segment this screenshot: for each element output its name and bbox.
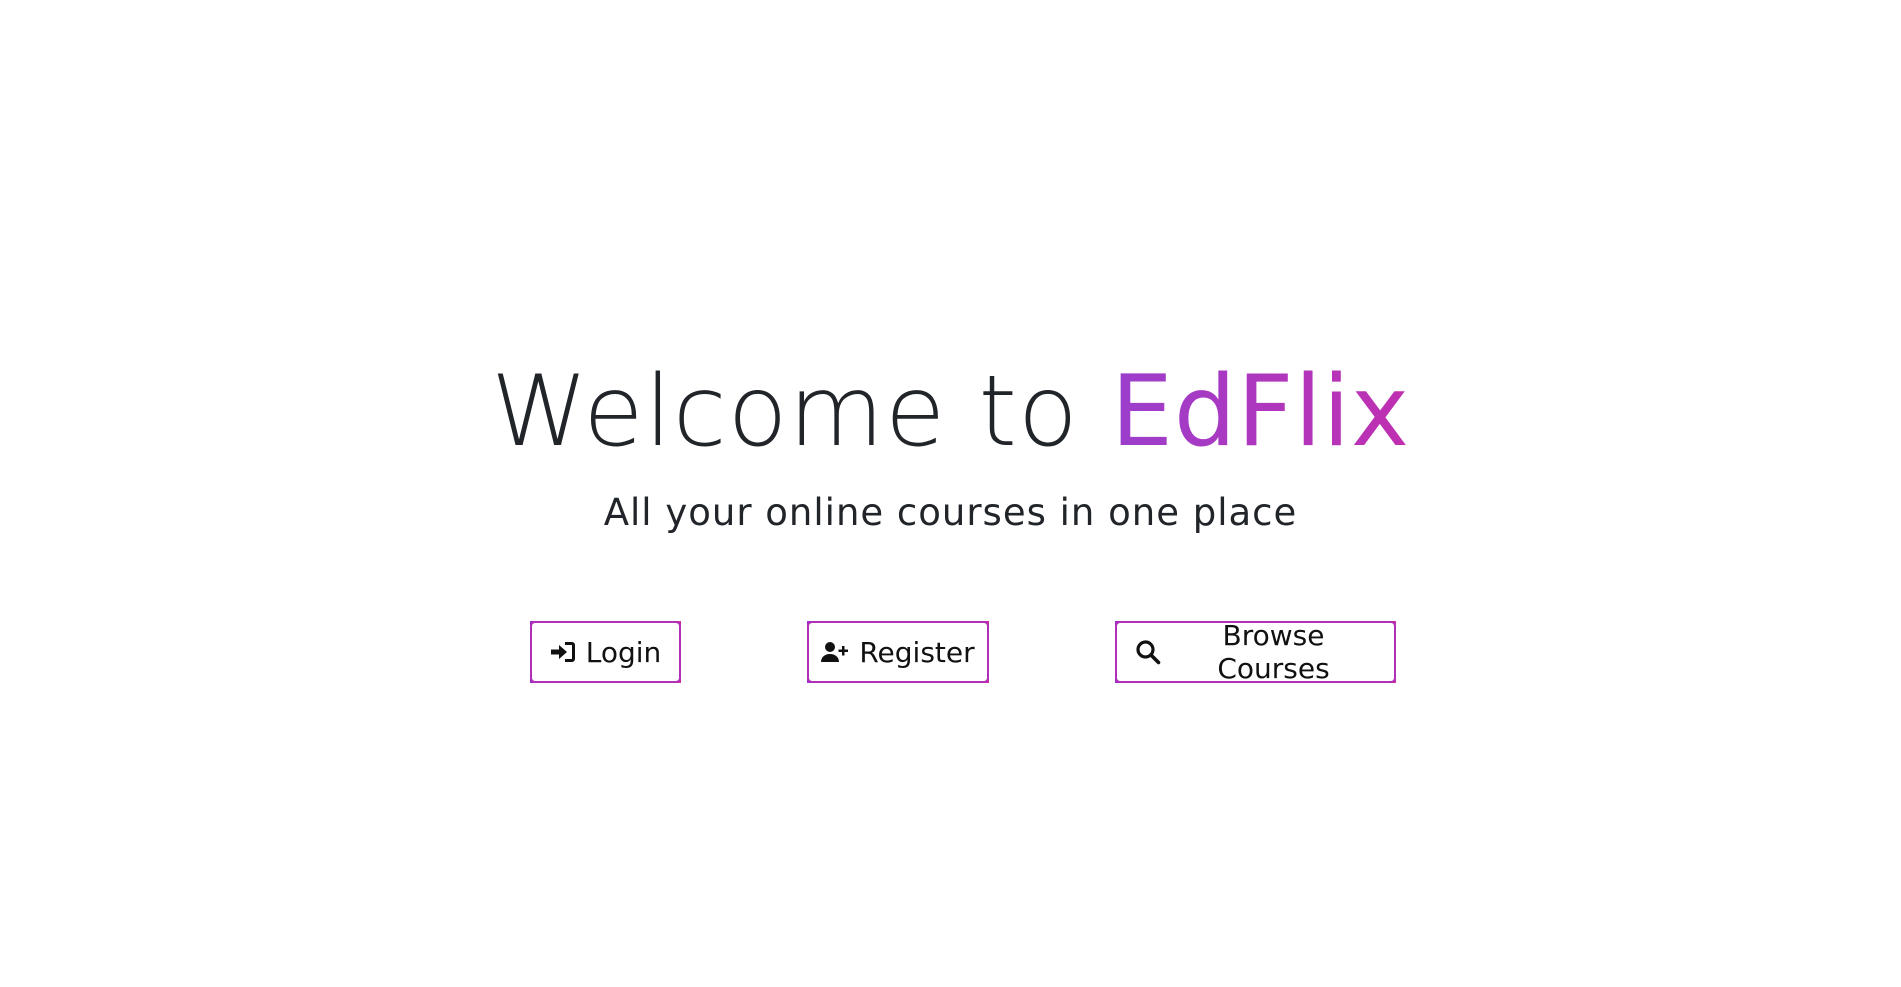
- browse-courses-button[interactable]: Browse Courses: [1115, 619, 1396, 685]
- search-icon: [1135, 638, 1161, 666]
- hero-section: Welcome to EdFlix All your online course…: [0, 0, 1901, 987]
- browse-courses-button-label: Browse Courses: [1217, 619, 1330, 685]
- page-subtitle: All your online courses in one place: [603, 491, 1298, 534]
- title-prefix: Welcome to: [491, 355, 1111, 469]
- sign-in-icon: [550, 638, 576, 666]
- register-button-label: Register: [859, 635, 975, 669]
- user-plus-icon: [821, 638, 849, 666]
- login-button-label: Login: [585, 635, 662, 669]
- register-button[interactable]: Register: [807, 621, 989, 683]
- page-title: Welcome to EdFlix: [0, 352, 1901, 472]
- brand-name: EdFlix: [1111, 355, 1410, 469]
- login-button[interactable]: Login: [530, 621, 681, 683]
